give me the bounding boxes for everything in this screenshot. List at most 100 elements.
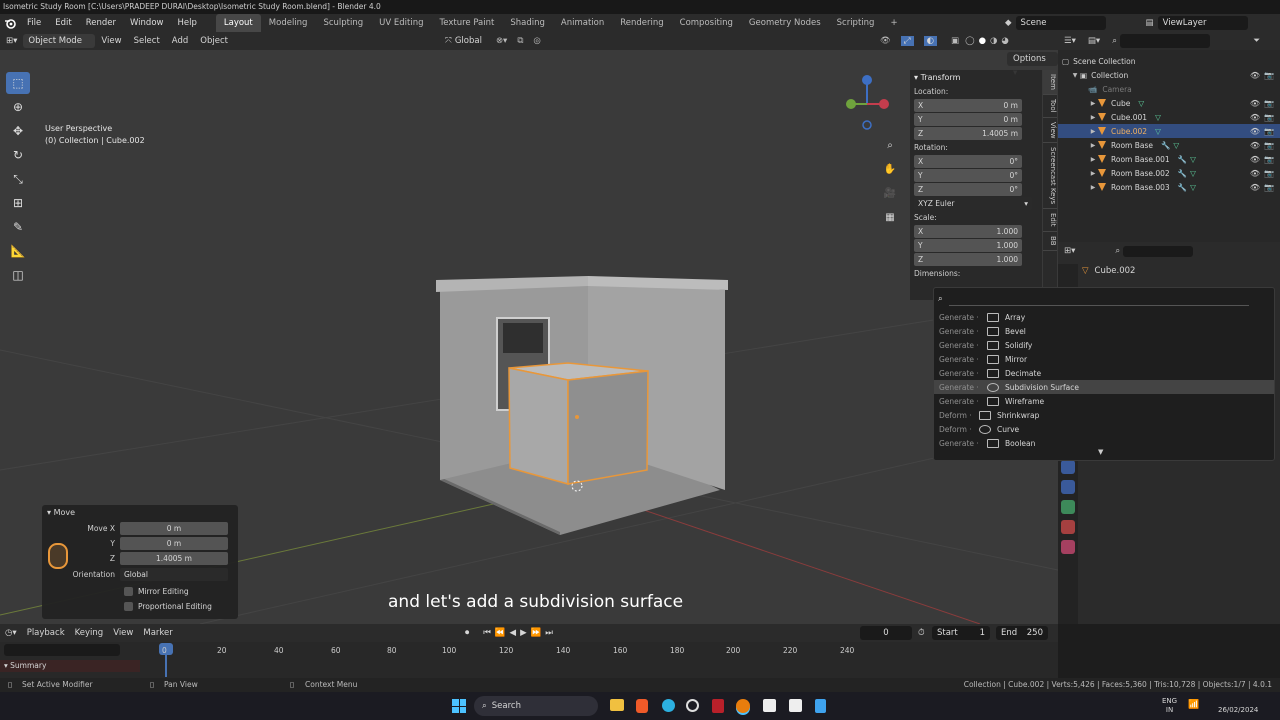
modifier-item-bevel[interactable]: Generate · Bevel (934, 324, 1274, 338)
timeline-menu-playback[interactable]: Playback (22, 624, 70, 642)
transform-header[interactable]: ▾ Transform (910, 70, 1042, 85)
outliner-row-room-base-001[interactable]: ▶ Room Base.001 🔧 ▽ 👁 📷 (1058, 152, 1280, 166)
properties-editor-icon[interactable]: ⊞▾ (1064, 246, 1075, 256)
taskbar-search-box[interactable]: ⌕ Search (474, 696, 598, 716)
proportional-editing-row[interactable]: Proportional Editing (42, 599, 238, 613)
transform-icon[interactable]: ⊞ (6, 192, 30, 214)
collection-row[interactable]: ▼ ▣ Collection 👁 📷 (1058, 68, 1280, 82)
visibility-icon[interactable]: 👁 (880, 36, 891, 46)
scale-z-field[interactable]: Z 1.000 (914, 253, 1022, 266)
camera-render-icon[interactable]: 📷 (1264, 155, 1274, 164)
mirror-editing-row[interactable]: Mirror Editing (42, 584, 238, 598)
pan-hand-icon[interactable]: ✋ (878, 158, 902, 180)
timeline-menu-view[interactable]: View (108, 624, 138, 642)
scene-field[interactable]: Scene (1015, 16, 1106, 30)
play-reverse-icon[interactable]: ◀ (510, 628, 517, 638)
stopwatch-icon[interactable]: ⏱ (918, 628, 925, 638)
summary-row[interactable]: ▾ Summary (0, 660, 140, 672)
eye-icon[interactable]: 👁 (1250, 183, 1260, 192)
timeline-search-input[interactable] (4, 644, 120, 656)
play-icon[interactable]: ▶ (520, 628, 527, 638)
scene-collection-row[interactable]: ▢ Scene Collection (1058, 54, 1280, 68)
chatgpt-icon[interactable] (686, 699, 699, 712)
camera-render-icon[interactable]: 📷 (1264, 71, 1274, 80)
camera-render-icon[interactable]: 📷 (1264, 113, 1274, 122)
modifier-item-curve[interactable]: Deform · Curve (934, 422, 1274, 436)
modifier-item-subdivision-surface[interactable]: Generate · Subdivision Surface (934, 380, 1274, 394)
proportional-icon[interactable]: ◎ (533, 36, 540, 46)
notion-calendar-icon[interactable] (789, 699, 802, 712)
mirror-editing-checkbox[interactable] (124, 586, 133, 596)
edge-icon[interactable] (662, 699, 675, 712)
tab-layout[interactable]: Layout (215, 14, 261, 32)
camera-render-icon[interactable]: 📷 (1264, 183, 1274, 192)
timeline-editor-icon[interactable]: ◷▾ (0, 624, 22, 642)
rotation-x-field[interactable]: X 0° (914, 155, 1022, 168)
constraints-tab-icon[interactable] (1061, 480, 1075, 494)
clock-date[interactable]: 26/02/2024 (1218, 706, 1258, 714)
measure-icon[interactable]: 📐 (6, 240, 30, 262)
outliner-editor-icon[interactable]: ☰▾ (1058, 36, 1082, 46)
modifier-search-input[interactable] (948, 293, 1249, 306)
end-frame-field[interactable]: End 250 (996, 626, 1048, 640)
move-panel-header[interactable]: ▾ Move (42, 505, 238, 520)
blender-logo-icon[interactable] (0, 14, 20, 32)
menu-render[interactable]: Render (79, 14, 123, 32)
rotation-mode-dropdown[interactable]: XYZ Euler ▾ (914, 197, 1032, 210)
acrobat-icon[interactable] (712, 699, 724, 713)
tab-compositing[interactable]: Compositing (672, 14, 741, 32)
jump-end-icon[interactable]: ⏭ (545, 628, 553, 638)
expand-icon[interactable]: ▶ (1088, 170, 1098, 177)
vp-menu-select[interactable]: Select (128, 32, 166, 50)
move-icon[interactable]: ✥ (6, 120, 30, 142)
sidebar-tab-tool[interactable]: Tool (1043, 95, 1057, 118)
proportional-editing-checkbox[interactable] (124, 601, 133, 611)
outliner-row-room-base-003[interactable]: ▶ Room Base.003 🔧 ▽ 👁 📷 (1058, 180, 1280, 194)
move-x-field[interactable]: 0 m (120, 521, 228, 535)
outliner-search-input[interactable] (1119, 34, 1210, 48)
vp-menu-object[interactable]: Object (194, 32, 234, 50)
camera-render-icon[interactable]: 📷 (1264, 99, 1274, 108)
location-z-field[interactable]: Z 1.4005 m (914, 127, 1022, 140)
editor-type-icon[interactable]: ⊞▾ (0, 32, 23, 50)
tab-sculpting[interactable]: Sculpting (315, 14, 371, 32)
ortho-grid-icon[interactable]: ▦ (878, 206, 902, 228)
modifier-item-shrinkwrap[interactable]: Deform · Shrinkwrap (934, 408, 1274, 422)
orientation-select[interactable]: Global (120, 567, 228, 581)
notes-app-icon[interactable] (815, 699, 826, 713)
scale-icon[interactable]: ⤡ (6, 168, 30, 190)
sidebar-tab-view[interactable]: View (1043, 118, 1057, 144)
location-x-field[interactable]: X 0 m (914, 99, 1022, 112)
viewlayer-field[interactable]: ViewLayer (1157, 16, 1248, 30)
camera-render-icon[interactable]: 📷 (1264, 141, 1274, 150)
zoom-icon[interactable]: ⌕ (878, 134, 902, 156)
expand-icon[interactable]: ▶ (1088, 100, 1098, 107)
eye-icon[interactable]: 👁 (1250, 71, 1260, 80)
expand-icon[interactable]: ▶ (1088, 156, 1098, 163)
jump-start-icon[interactable]: ⏮ (483, 628, 491, 638)
tab-texture-paint[interactable]: Texture Paint (432, 14, 503, 32)
eye-icon[interactable]: 👁 (1250, 141, 1260, 150)
file-explorer-icon[interactable] (610, 699, 624, 711)
rotate-icon[interactable]: ↻ (6, 144, 30, 166)
gizmo-icon[interactable]: ⤢ (900, 36, 914, 46)
sidebar-tab-item[interactable]: Item (1043, 70, 1057, 95)
modifier-item-boolean[interactable]: Generate · Boolean (934, 436, 1274, 450)
move-y-field[interactable]: 0 m (120, 536, 228, 550)
notion-icon[interactable] (763, 699, 776, 712)
overlay-icon[interactable]: ◐ (923, 36, 938, 46)
modifier-item-decimate[interactable]: Generate · Decimate (934, 366, 1274, 380)
menu-window[interactable]: Window (123, 14, 171, 32)
expand-icon[interactable]: ▼ (1070, 72, 1080, 79)
data-tab-icon[interactable] (1061, 500, 1075, 514)
menu-edit[interactable]: Edit (48, 14, 78, 32)
sidebar-tab-screencast-keys[interactable]: Screencast Keys (1043, 143, 1057, 210)
tab-animation[interactable]: Animation (553, 14, 612, 32)
solid-shading-icon[interactable]: ● (979, 36, 986, 46)
tab-geometry-nodes[interactable]: Geometry Nodes (741, 14, 829, 32)
camera-view-icon[interactable]: 🎥 (878, 182, 902, 204)
rotation-y-field[interactable]: Y 0° (914, 169, 1022, 182)
rendered-shading-icon[interactable]: ◕ (1001, 36, 1008, 46)
brave-browser-icon[interactable] (636, 699, 648, 713)
vp-menu-add[interactable]: Add (166, 32, 194, 50)
